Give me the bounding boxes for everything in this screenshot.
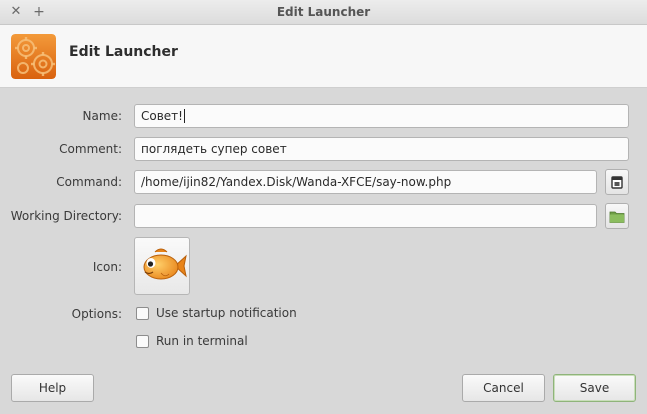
save-button[interactable]: Save xyxy=(553,374,636,402)
working-directory-field[interactable] xyxy=(134,204,597,228)
startup-notification-label[interactable]: Use startup notification xyxy=(156,306,297,320)
edit-launcher-window: ✕ + Edit Launcher Edit Launcher Name: Со… xyxy=(0,0,647,414)
browse-command-button[interactable] xyxy=(605,169,629,195)
help-button[interactable]: Help xyxy=(11,374,94,402)
cancel-button[interactable]: Cancel xyxy=(462,374,545,402)
comment-field[interactable]: поглядеть супер совет xyxy=(134,137,629,161)
gears-icon xyxy=(11,34,56,79)
name-label: Name: xyxy=(82,109,122,123)
window-title: Edit Launcher xyxy=(276,5,371,19)
launcher-icon-button[interactable] xyxy=(134,237,190,295)
comment-label: Comment: xyxy=(59,142,122,156)
fish-icon xyxy=(143,248,187,280)
browse-file-icon xyxy=(611,176,623,189)
startup-notification-checkbox[interactable] xyxy=(136,307,149,320)
dialog-header: Edit Launcher xyxy=(0,25,647,88)
options-label: Options: xyxy=(71,307,122,321)
run-in-terminal-checkbox[interactable] xyxy=(136,335,149,348)
header-title: Edit Launcher xyxy=(69,44,178,60)
command-label: Command: xyxy=(56,175,122,189)
name-field-value: Совет! xyxy=(141,109,183,123)
icon-label: Icon: xyxy=(92,260,122,274)
name-field[interactable]: Совет! xyxy=(134,104,629,128)
titlebar: ✕ + Edit Launcher xyxy=(0,0,647,25)
browse-folder-button[interactable] xyxy=(605,203,629,229)
command-field[interactable]: /home/ijin82/Yandex.Disk/Wanda-XFCE/say-… xyxy=(134,170,597,194)
run-in-terminal-label[interactable]: Run in terminal xyxy=(156,334,248,348)
working-directory-label: Working Directory: xyxy=(10,209,122,223)
folder-icon xyxy=(609,211,625,223)
